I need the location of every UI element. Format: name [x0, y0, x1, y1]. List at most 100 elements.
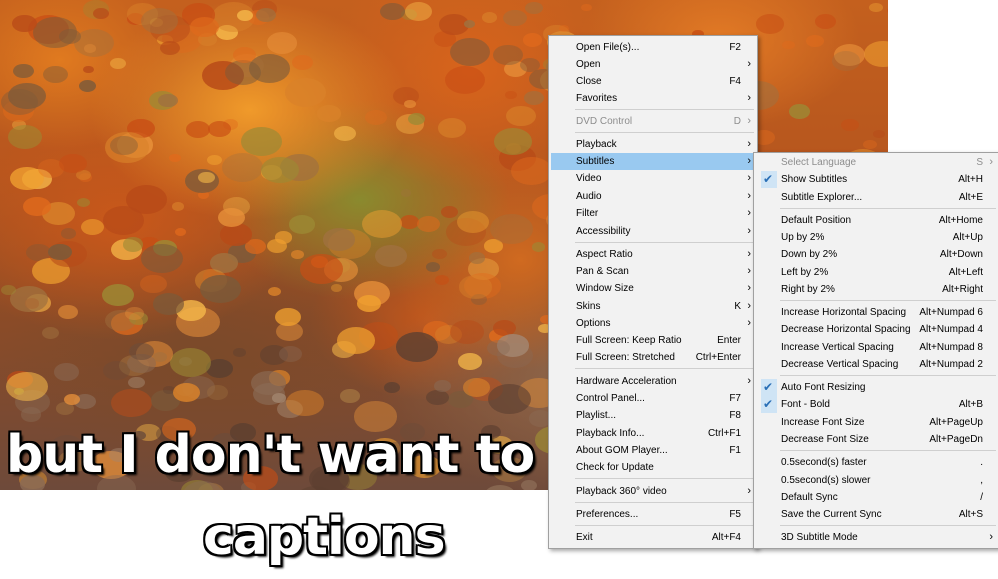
menu-item-open[interactable]: Open ›: [551, 56, 755, 73]
foliage-texture: [487, 384, 531, 415]
submenu-item-increase-vertical-spacing[interactable]: Increase Vertical Spacing Alt+Numpad 8: [756, 339, 997, 356]
menu-item-video[interactable]: Video ›: [551, 170, 755, 187]
menu-item-hardware-acceleration[interactable]: Hardware Acceleration ›: [551, 373, 755, 390]
submenu-item-auto-font-resizing[interactable]: ✔ Auto Font Resizing: [756, 379, 997, 396]
menu-item-shortcut: F7: [729, 393, 741, 404]
menu-item-label: Accessibility: [576, 226, 631, 237]
foliage-texture: [109, 135, 138, 156]
submenu-item-right-by-2[interactable]: Right by 2% Alt+Right: [756, 281, 997, 298]
submenu-item-decrease-vertical-spacing[interactable]: Decrease Vertical Spacing Alt+Numpad 2: [756, 356, 997, 373]
foliage-texture: [0, 89, 38, 116]
foliage-texture: [261, 157, 299, 184]
menu-item-check-for-update[interactable]: Check for Update: [551, 459, 755, 476]
menu-item-skins[interactable]: Skins K ›: [551, 298, 755, 315]
menu-item-label: DVD Control: [576, 116, 633, 127]
menu-item-label: Full Screen: Stretched: [576, 352, 675, 363]
menu-item-playback[interactable]: Playback ›: [551, 136, 755, 153]
foliage-texture: [416, 216, 440, 232]
menu-item-favorites[interactable]: Favorites ›: [551, 90, 755, 107]
submenu-item-default-sync[interactable]: Default Sync /: [756, 489, 997, 506]
menu-item-shortcut: Alt+Home: [938, 215, 983, 226]
menu-item-pan-scan[interactable]: Pan & Scan ›: [551, 263, 755, 280]
menu-item-about-gom-player[interactable]: About GOM Player... F1: [551, 442, 755, 459]
foliage-texture: [185, 120, 211, 138]
foliage-texture: [168, 153, 181, 163]
submenu-item-increase-font-size[interactable]: Increase Font Size Alt+PageUp: [756, 414, 997, 431]
menu-separator: [780, 375, 996, 376]
menu-item-playback-360-video[interactable]: Playback 360° video ›: [551, 483, 755, 500]
foliage-texture: [291, 250, 304, 259]
menu-item-options[interactable]: Options ›: [551, 315, 755, 332]
foliage-texture: [404, 2, 432, 22]
foliage-texture: [331, 284, 343, 292]
submenu-item-show-subtitles[interactable]: ✔ Show Subtitles Alt+H: [756, 171, 997, 188]
foliage-texture: [300, 254, 343, 284]
submenu-item-0-5second-s-faster[interactable]: 0.5second(s) faster.: [756, 454, 997, 471]
menu-item-label: Exit: [576, 532, 593, 543]
menu-item-subtitles[interactable]: Subtitles ›: [551, 153, 755, 170]
foliage-texture: [444, 65, 485, 94]
menu-item-label: Select Language: [781, 157, 857, 168]
submenu-item-left-by-2[interactable]: Left by 2% Alt+Left: [756, 264, 997, 281]
menu-item-window-size[interactable]: Window Size ›: [551, 280, 755, 297]
foliage-texture: [457, 353, 482, 370]
menu-item-playback-info[interactable]: Playback Info... Ctrl+F1: [551, 425, 755, 442]
submenu-item-subtitle-explorer[interactable]: Subtitle Explorer... Alt+E: [756, 189, 997, 206]
menu-item-open-file-s[interactable]: Open File(s)... F2: [551, 39, 755, 56]
foliage-texture: [274, 231, 293, 244]
foliage-texture: [869, 2, 883, 12]
foliage-texture: [384, 382, 400, 394]
menu-item-playlist[interactable]: Playlist... F8: [551, 407, 755, 424]
foliage-texture: [361, 209, 402, 238]
chevron-right-icon: ›: [747, 207, 751, 219]
submenu-item-font-bold[interactable]: ✔ Font - Bold Alt+B: [756, 396, 997, 413]
menu-item-shortcut: Ctrl+Enter: [695, 352, 741, 363]
foliage-texture: [863, 40, 888, 68]
submenu-item-up-by-2[interactable]: Up by 2% Alt+Up: [756, 229, 997, 246]
foliage-texture: [374, 244, 407, 268]
submenu-item-increase-horizontal-spacing[interactable]: Increase Horizontal Spacing Alt+Numpad 6: [756, 304, 997, 321]
menu-item-shortcut: /: [980, 492, 983, 503]
submenu-item-decrease-horizontal-spacing[interactable]: Decrease Horizontal Spacing Alt+Numpad 4: [756, 321, 997, 338]
foliage-texture: [380, 2, 405, 21]
foliage-texture: [250, 370, 286, 395]
menu-item-label: Check for Update: [576, 462, 654, 473]
menu-item-audio[interactable]: Audio ›: [551, 188, 755, 205]
foliage-texture: [832, 51, 861, 71]
chevron-right-icon: ›: [747, 115, 751, 127]
menu-item-aspect-ratio[interactable]: Aspect Ratio ›: [551, 246, 755, 263]
menu-separator: [780, 525, 996, 526]
foliage-texture: [274, 307, 301, 327]
menu-separator: [780, 450, 996, 451]
menu-item-close[interactable]: Close F4: [551, 73, 755, 90]
menu-item-filter[interactable]: Filter ›: [551, 205, 755, 222]
foliage-texture: [76, 197, 91, 208]
submenu-item-save-the-current-sync[interactable]: Save the Current Sync Alt+S: [756, 506, 997, 523]
foliage-texture: [433, 379, 451, 392]
menu-item-full-screen-stretched[interactable]: Full Screen: Stretched Ctrl+Enter: [551, 349, 755, 366]
menu-item-exit[interactable]: Exit Alt+F4: [551, 529, 755, 546]
submenu-item-3d-subtitle-mode[interactable]: 3D Subtitle Mode ›: [756, 529, 997, 546]
submenu-item-0-5second-s-slower[interactable]: 0.5second(s) slower,: [756, 472, 997, 489]
foliage-texture: [292, 55, 314, 70]
foliage-texture: [92, 7, 109, 19]
submenu-item-decrease-font-size[interactable]: Decrease Font Size Alt+PageDn: [756, 431, 997, 448]
menu-item-shortcut: Alt+Right: [942, 284, 983, 295]
foliage-texture: [158, 93, 178, 108]
submenu-item-default-position[interactable]: Default Position Alt+Home: [756, 212, 997, 229]
menu-item-label: Up by 2%: [781, 232, 825, 243]
foliage-texture: [79, 79, 97, 92]
menu-item-control-panel[interactable]: Control Panel... F7: [551, 390, 755, 407]
menu-item-label: Down by 2%: [781, 249, 838, 260]
menu-item-label: Options: [576, 318, 611, 329]
foliage-texture: [425, 262, 440, 273]
menu-item-dvd-control: DVD Control D ›: [551, 113, 755, 130]
menu-item-accessibility[interactable]: Accessibility ›: [551, 223, 755, 240]
chevron-right-icon: ›: [989, 156, 993, 168]
foliage-texture: [221, 152, 264, 182]
menu-item-label: Increase Horizontal Spacing: [781, 307, 907, 318]
menu-item-full-screen-keep-ratio[interactable]: Full Screen: Keep Ratio Enter: [551, 332, 755, 349]
submenu-item-down-by-2[interactable]: Down by 2% Alt+Down: [756, 246, 997, 263]
menu-item-shortcut: Alt+PageDn: [929, 434, 983, 445]
menu-item-preferences[interactable]: Preferences... F5: [551, 506, 755, 523]
